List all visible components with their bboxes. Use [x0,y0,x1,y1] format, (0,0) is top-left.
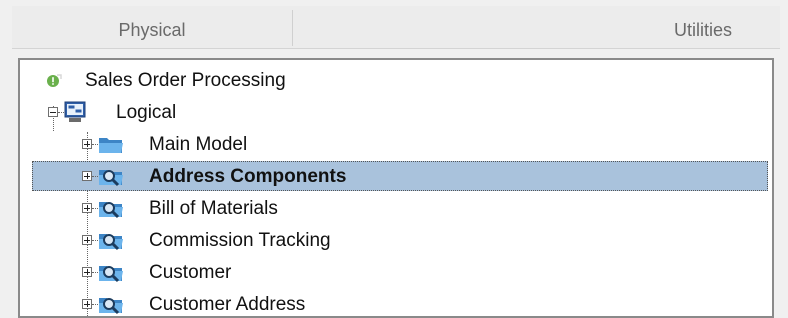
tab-bar: Physical Utilities [12,6,780,49]
model-tree-panel: Sales Order Processing Logical Main Mode… [18,58,774,318]
tree-node-root[interactable]: Sales Order Processing [20,65,772,96]
green-status-icon [47,74,62,87]
expand-toggle[interactable] [82,235,92,245]
expand-toggle[interactable] [82,171,92,181]
tab-utilities[interactable]: Utilities [294,6,780,48]
tree-node-label: Bill of Materials [149,198,278,219]
expand-toggle[interactable] [82,267,92,277]
expand-toggle[interactable] [82,299,92,309]
logical-model-icon [64,101,86,122]
tree-node-label: Main Model [149,134,248,155]
tree-node-commission-tracking[interactable]: Commission Tracking [20,225,772,256]
subject-area-icon [99,298,123,315]
expand-toggle[interactable] [82,139,92,149]
tree-node-main-model[interactable]: Main Model [20,129,772,160]
tree-node-customer[interactable]: Customer [20,257,772,288]
subject-area-icon [99,170,123,187]
tree-node-label: Customer [149,262,232,283]
subject-area-icon [99,266,123,283]
tab-divider [292,10,293,46]
tree-node-address-components[interactable]: Address Components [20,161,772,192]
expand-toggle[interactable] [82,203,92,213]
tree-node-label: Customer Address [149,294,306,315]
tree-node-bill-of-materials[interactable]: Bill of Materials [20,193,772,224]
tree-node-logical[interactable]: Logical [20,97,772,128]
collapse-toggle[interactable] [48,107,58,117]
tab-physical[interactable]: Physical [12,6,292,48]
tree-node-customer-address[interactable]: Customer Address [20,289,772,316]
folder-icon [99,138,123,153]
tree-node-label: Logical [116,102,177,123]
subject-area-icon [99,202,123,219]
tree-node-label: Address Components [149,166,347,187]
tree-node-label: Sales Order Processing [85,70,286,91]
subject-area-icon [99,234,123,251]
tree-node-label: Commission Tracking [149,230,331,251]
